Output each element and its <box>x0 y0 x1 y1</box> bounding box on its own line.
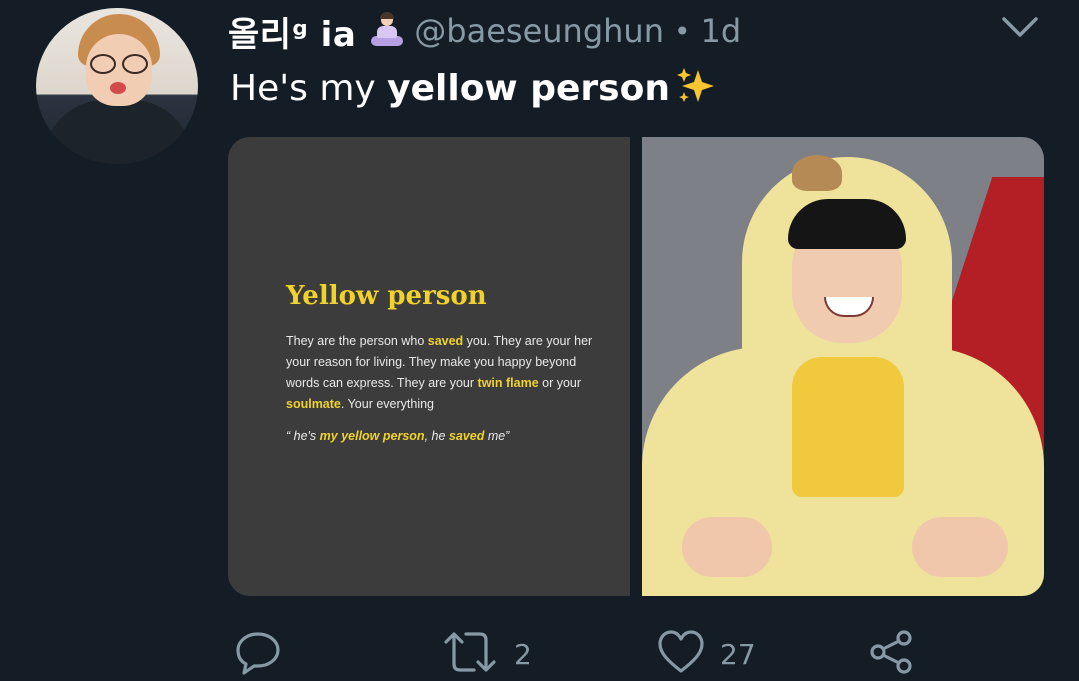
photo-hair <box>788 199 906 249</box>
media-image-yellow-person-card[interactable]: Yellow person They are the person who sa… <box>228 137 630 596</box>
body-segment: . Your everything <box>340 397 435 411</box>
reply-icon <box>236 632 280 675</box>
avatar-hoodie <box>44 100 192 164</box>
retweet-count: 2 <box>514 638 532 671</box>
card-title: Yellow person <box>286 281 487 311</box>
person-in-lotus-position-icon <box>368 12 406 50</box>
media-grid: Yellow person They are the person who sa… <box>228 137 1044 596</box>
user-handle[interactable]: @baeseunghun <box>414 12 664 50</box>
more-options-chevron-down-icon[interactable] <box>1000 14 1040 40</box>
tweet-text: He's my yellow person <box>230 64 718 109</box>
photo-shirt <box>792 357 904 497</box>
body-segment: or your <box>542 376 582 390</box>
separator-dot: • <box>673 14 691 48</box>
body-segment: soulmate <box>286 397 341 411</box>
photo-hood-ear <box>792 155 842 191</box>
heart-icon <box>658 630 704 673</box>
media-image-photo[interactable] <box>642 137 1044 596</box>
quote-segment: saved <box>448 429 485 443</box>
card-body: They are the person who saved you. They … <box>286 331 630 415</box>
quote-segment: “ he's <box>286 429 320 443</box>
sparkles-icon <box>674 64 718 108</box>
profile-avatar[interactable] <box>36 8 198 164</box>
tweet-text-bold: yellow person <box>387 68 670 109</box>
retweet-icon <box>444 632 496 672</box>
share-button[interactable] <box>866 628 930 681</box>
body-segment: saved <box>427 334 464 348</box>
quote-segment: , he <box>424 429 449 443</box>
reply-button[interactable] <box>234 628 296 681</box>
body-segment: They are the person who <box>286 334 428 348</box>
retweet-button[interactable]: 2 <box>440 628 532 681</box>
body-segment: twin flame <box>477 376 539 390</box>
tweet-timestamp[interactable]: 1d <box>700 12 741 50</box>
photo-hand-right <box>912 517 1008 577</box>
tweet-text-regular: He's my <box>230 68 388 109</box>
tweet-actions: 2 27 <box>0 628 1079 681</box>
avatar-glasses <box>90 54 148 74</box>
avatar-lips <box>110 82 126 94</box>
quote-segment: my yellow person <box>319 429 425 443</box>
card-quote: “ he's my yellow person, he saved me” <box>286 429 509 443</box>
photo-hand-left <box>682 517 772 577</box>
quote-segment: me” <box>484 429 510 443</box>
like-count: 27 <box>720 638 756 671</box>
share-icon <box>870 630 912 674</box>
like-button[interactable]: 27 <box>656 628 756 681</box>
tweet-header: 올리ᵍ ia @baeseunghun • 1d <box>228 6 741 56</box>
display-name[interactable]: 올리ᵍ ia <box>228 7 356 56</box>
